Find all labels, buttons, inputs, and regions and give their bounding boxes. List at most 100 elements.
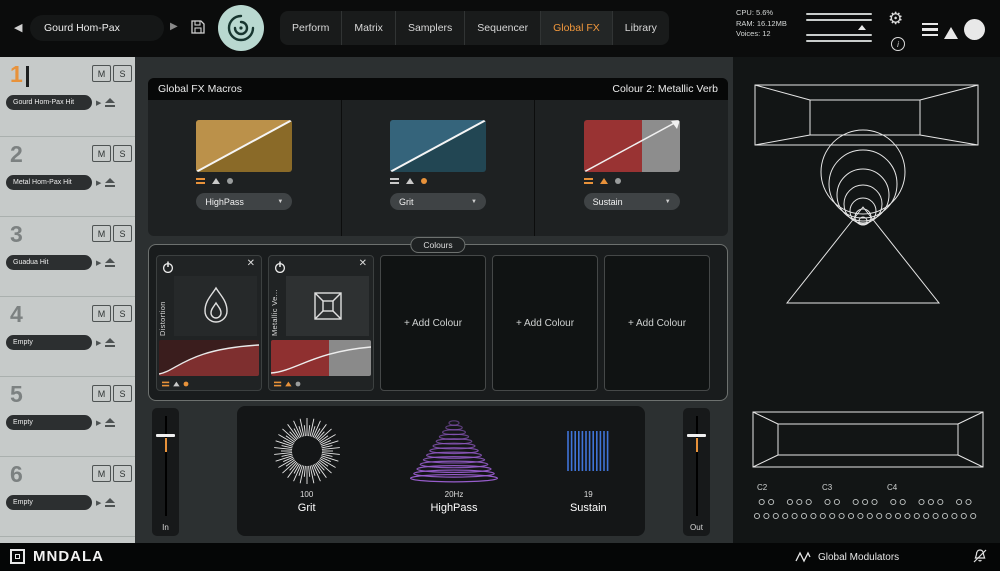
settings-button[interactable]: ⚙ xyxy=(888,9,903,29)
bell-slash-icon xyxy=(973,549,987,563)
input-gain-fader[interactable]: In xyxy=(152,408,179,536)
highpass-cone-icon xyxy=(409,420,498,483)
macro-target-select[interactable]: Grit ▼ xyxy=(390,193,486,210)
preset-selector[interactable]: Gourd Hom-Pax xyxy=(30,15,164,41)
eject-icon[interactable] xyxy=(105,98,116,107)
global-modulators-label: Global Modulators xyxy=(818,551,900,563)
expand-icon[interactable]: ▶ xyxy=(96,499,101,507)
power-button[interactable] xyxy=(162,260,174,278)
power-icon xyxy=(162,261,174,274)
macro-triangle-icon[interactable] xyxy=(599,178,608,184)
colour-curve[interactable] xyxy=(271,340,371,376)
fader-accent xyxy=(695,438,698,452)
expand-icon[interactable]: ▶ xyxy=(96,259,101,267)
sampler-slot-6[interactable]: 6 M S Empty ▶ xyxy=(0,457,135,537)
sampler-slot-5[interactable]: 5 M S Empty ▶ xyxy=(0,377,135,457)
solo-button[interactable]: S xyxy=(113,65,132,82)
fader-handle[interactable] xyxy=(156,434,175,437)
mute-button[interactable]: M xyxy=(92,225,111,242)
sample-name[interactable]: Guadua Hit xyxy=(6,255,92,270)
mute-button[interactable]: M xyxy=(92,465,111,482)
sampler-slot-1[interactable]: 1 M S Gourd Hom-Pax Hit ▶ xyxy=(0,57,135,137)
tab-matrix[interactable]: Matrix xyxy=(342,11,396,45)
level-meters xyxy=(806,13,872,46)
close-icon[interactable]: ✕ xyxy=(247,258,255,269)
macro-dot-icon[interactable] xyxy=(614,178,621,184)
eject-icon[interactable] xyxy=(105,258,116,267)
solo-button[interactable]: S xyxy=(113,305,132,322)
close-icon[interactable]: ✕ xyxy=(359,258,367,269)
add-colour-button[interactable]: + Add Colour xyxy=(604,255,710,391)
mute-button[interactable]: M xyxy=(92,65,111,82)
sampler-slot-2[interactable]: 2 M S Metal Hom-Pax Hit ▶ xyxy=(0,137,135,217)
macro-curve-grit[interactable] xyxy=(390,120,486,172)
notifications-mute-button[interactable] xyxy=(972,548,988,569)
colour-name: Metallic Ve... xyxy=(270,289,279,336)
mute-button[interactable]: M xyxy=(92,145,111,162)
eject-icon[interactable] xyxy=(105,338,116,347)
grit-knob[interactable]: 100 Grit xyxy=(270,414,344,514)
next-preset-button[interactable]: ▶ xyxy=(170,21,178,32)
sampler-slot-3[interactable]: 3 M S Guadua Hit ▶ xyxy=(0,217,135,297)
voices-stat: Voices: 12 xyxy=(736,29,771,38)
add-colour-button[interactable]: + Add Colour xyxy=(380,255,486,391)
colour-card-distortion[interactable]: ✕ Distortion xyxy=(156,255,262,391)
save-button[interactable] xyxy=(190,19,206,40)
macro-target-select[interactable]: HighPass ▼ xyxy=(196,193,293,210)
add-colour-button[interactable]: + Add Colour xyxy=(492,255,598,391)
sample-name[interactable]: Empty xyxy=(6,415,92,430)
solo-button[interactable]: S xyxy=(113,385,132,402)
expand-icon[interactable]: ▶ xyxy=(96,339,101,347)
fader-track xyxy=(164,416,167,516)
macro-bars-icon[interactable] xyxy=(196,178,206,184)
macro-bars-icon[interactable] xyxy=(390,178,399,184)
prev-preset-button[interactable]: ◀ xyxy=(14,21,22,34)
add-colour-label: + Add Colour xyxy=(627,317,687,329)
colour-curve[interactable] xyxy=(159,340,259,376)
waveform-icon xyxy=(795,551,811,563)
mute-button[interactable]: M xyxy=(92,305,111,322)
sampler-slot-4[interactable]: 4 M S Empty ▶ xyxy=(0,297,135,377)
macro-bars-icon[interactable] xyxy=(583,178,593,184)
power-button[interactable] xyxy=(274,260,286,278)
eject-icon[interactable] xyxy=(105,178,116,187)
expand-icon[interactable]: ▶ xyxy=(96,419,101,427)
macro-triangle-icon[interactable] xyxy=(212,178,221,184)
eject-icon[interactable] xyxy=(105,498,116,507)
info-button[interactable]: i xyxy=(891,37,905,51)
sample-name[interactable]: Metal Hom-Pax Hit xyxy=(6,175,92,190)
solo-button[interactable]: S xyxy=(113,225,132,242)
macro-triangle-icon[interactable] xyxy=(406,178,414,184)
global-modulators-button[interactable]: Global Modulators xyxy=(795,543,899,571)
solo-button[interactable]: S xyxy=(113,145,132,162)
add-colour-label: + Add Colour xyxy=(403,317,463,329)
sample-name[interactable]: Empty xyxy=(6,495,92,510)
tab-sequencer[interactable]: Sequencer xyxy=(465,11,542,45)
fader-handle[interactable] xyxy=(687,434,706,437)
meter-marker-icon[interactable] xyxy=(858,25,866,30)
tab-global-fx[interactable]: Global FX xyxy=(541,11,613,45)
macro-dot-icon[interactable] xyxy=(227,178,234,184)
macro-curve-sustain[interactable] xyxy=(583,120,680,172)
tab-samplers[interactable]: Samplers xyxy=(396,11,466,45)
tab-perform[interactable]: Perform xyxy=(280,11,343,45)
instrument-wireframe xyxy=(752,84,984,520)
sustain-knob[interactable]: 19 Sustain xyxy=(564,414,612,514)
macro-dot-icon[interactable] xyxy=(421,178,427,184)
sample-name[interactable]: Gourd Hom-Pax Hit xyxy=(6,95,92,110)
solo-button[interactable]: S xyxy=(113,465,132,482)
sample-name[interactable]: Empty xyxy=(6,335,92,350)
octave-label-c2: C2 xyxy=(757,483,768,492)
expand-icon[interactable]: ▶ xyxy=(96,99,101,107)
tab-library[interactable]: Library xyxy=(613,11,669,45)
macro-curve-highpass[interactable] xyxy=(196,120,293,172)
colour-card-metallic-verb[interactable]: ✕ Metallic Ve... xyxy=(268,255,374,391)
eject-icon[interactable] xyxy=(105,418,116,427)
slot-number: 2 xyxy=(10,141,23,167)
output-gain-fader[interactable]: Out xyxy=(683,408,710,536)
macro-target-select[interactable]: Sustain ▼ xyxy=(583,193,680,210)
expand-icon[interactable]: ▶ xyxy=(96,179,101,187)
highpass-knob[interactable]: 20Hz HighPass xyxy=(409,414,499,514)
sustain-value: 19 xyxy=(583,490,593,499)
mute-button[interactable]: M xyxy=(92,385,111,402)
